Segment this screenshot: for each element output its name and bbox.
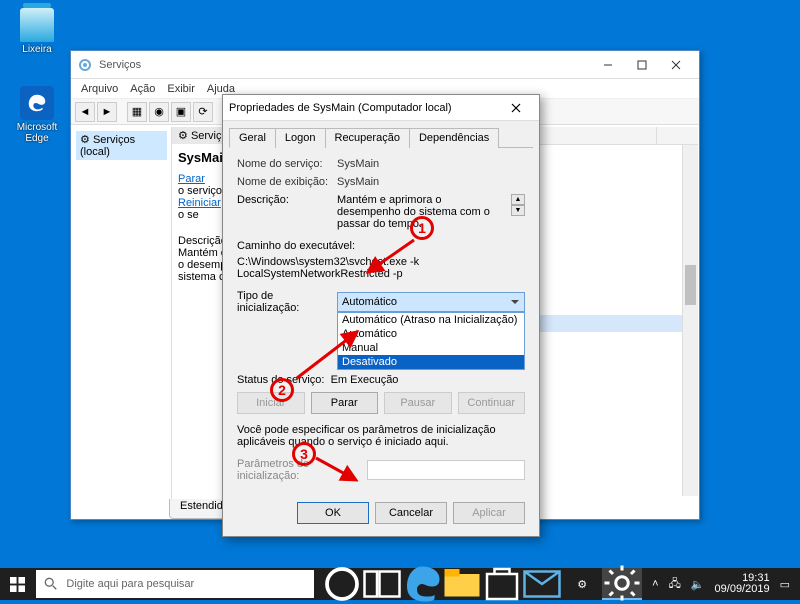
exe-path: C:\Windows\system32\svchost.exe -k Local… [237, 256, 525, 280]
continue-button[interactable]: Continuar [458, 392, 526, 414]
start-button[interactable] [0, 568, 34, 600]
tab-deps[interactable]: Dependências [409, 128, 499, 148]
services-title: Serviços [99, 59, 591, 71]
refresh-icon[interactable]: ⟳ [193, 102, 213, 122]
menu-action[interactable]: Ação [130, 83, 155, 95]
apply-button[interactable]: Aplicar [453, 502, 525, 524]
menu-help[interactable]: Ajuda [207, 83, 235, 95]
dialog-title: Propriedades de SysMain (Computador loca… [229, 102, 499, 114]
minimize-button[interactable] [591, 53, 625, 77]
notifications-icon[interactable]: ▭ [780, 578, 790, 591]
forward-icon[interactable]: ► [97, 102, 117, 122]
back-icon[interactable]: ◄ [75, 102, 95, 122]
recycle-label: Lixeira [12, 44, 62, 55]
toolbar-btn[interactable]: ◉ [149, 102, 169, 122]
taskbar: Digite aqui para pesquisar ⚙ ˄ 🖧 🔈 19:31… [0, 568, 800, 600]
tree-pane: ⚙ Serviços (local) [72, 127, 172, 518]
maximize-button[interactable] [625, 53, 659, 77]
tab-general[interactable]: Geral [229, 128, 276, 148]
clock[interactable]: 19:31 09/09/2019 [715, 573, 770, 595]
edge-icon [20, 86, 54, 120]
ok-button[interactable]: OK [297, 502, 369, 524]
search-box[interactable]: Digite aqui para pesquisar [36, 570, 314, 598]
close-button[interactable] [659, 53, 693, 77]
tb-services-icon[interactable]: ⚙ [562, 568, 602, 600]
tab-recovery[interactable]: Recuperação [325, 128, 410, 148]
properties-dialog: Propriedades de SysMain (Computador loca… [222, 94, 540, 537]
toolbar-btn[interactable]: ▣ [171, 102, 191, 122]
menu-file[interactable]: Arquivo [81, 83, 118, 95]
params-input[interactable] [367, 460, 525, 480]
gear-small-icon: ⚙ [80, 134, 90, 146]
dialog-titlebar[interactable]: Propriedades de SysMain (Computador loca… [223, 95, 539, 121]
search-icon [44, 577, 58, 591]
tb-edge-icon[interactable] [402, 568, 442, 600]
stop-button[interactable]: Parar [311, 392, 379, 414]
start-button[interactable]: Iniciar [237, 392, 305, 414]
network-icon[interactable]: 🖧 [669, 575, 681, 594]
chevron-up-icon[interactable]: ˄ [652, 578, 658, 590]
gear-icon [77, 57, 93, 73]
scroll-up-icon[interactable]: ▲ [511, 194, 525, 205]
scrollbar[interactable] [682, 145, 698, 496]
cortana-icon[interactable] [322, 568, 362, 600]
toolbar-btn[interactable]: ▦ [127, 102, 147, 122]
desktop-icon-recycle[interactable]: Lixeira [12, 8, 62, 55]
service-status: Em Execução [331, 374, 399, 386]
edge-label: Microsoft Edge [12, 122, 62, 144]
startup-type-combo[interactable]: Automático [337, 292, 525, 312]
taskview-icon[interactable] [362, 568, 402, 600]
scroll-thumb[interactable] [685, 265, 696, 305]
combo-option[interactable]: Manual [338, 341, 524, 355]
combo-option-selected[interactable]: Desativado [338, 355, 524, 369]
tb-mail-icon[interactable] [522, 568, 562, 600]
display-name: SysMain [337, 176, 525, 188]
close-icon[interactable] [499, 96, 533, 120]
services-titlebar[interactable]: Serviços [71, 51, 699, 79]
scroll-down-icon[interactable]: ▼ [511, 205, 525, 216]
tb-store-icon[interactable] [482, 568, 522, 600]
description-text: Mantém e aprimora o desempenho do sistem… [337, 194, 511, 230]
tb-explorer-icon[interactable] [442, 568, 482, 600]
tb-settings-icon[interactable] [602, 568, 642, 600]
menu-view[interactable]: Exibir [167, 83, 195, 95]
combo-option[interactable]: Automático [338, 327, 524, 341]
service-name: SysMain [337, 158, 525, 170]
tree-node-local[interactable]: ⚙ Serviços (local) [76, 131, 167, 160]
tray: ˄ 🖧 🔈 19:31 09/09/2019 ▭ [642, 573, 800, 595]
pause-button[interactable]: Pausar [384, 392, 452, 414]
desktop-icon-edge[interactable]: Microsoft Edge [12, 86, 62, 144]
recycle-bin-icon [20, 8, 54, 42]
tab-logon[interactable]: Logon [275, 128, 326, 148]
volume-icon[interactable]: 🔈 [691, 578, 705, 591]
combo-option[interactable]: Automático (Atraso na Inicialização) [338, 313, 524, 327]
search-placeholder: Digite aqui para pesquisar [66, 578, 194, 590]
cancel-button[interactable]: Cancelar [375, 502, 447, 524]
startup-type-dropdown: Automático (Atraso na Inicialização) Aut… [337, 312, 525, 370]
gear-small-icon: ⚙ [178, 130, 188, 142]
help-text: Você pode especificar os parâmetros de i… [237, 424, 525, 448]
